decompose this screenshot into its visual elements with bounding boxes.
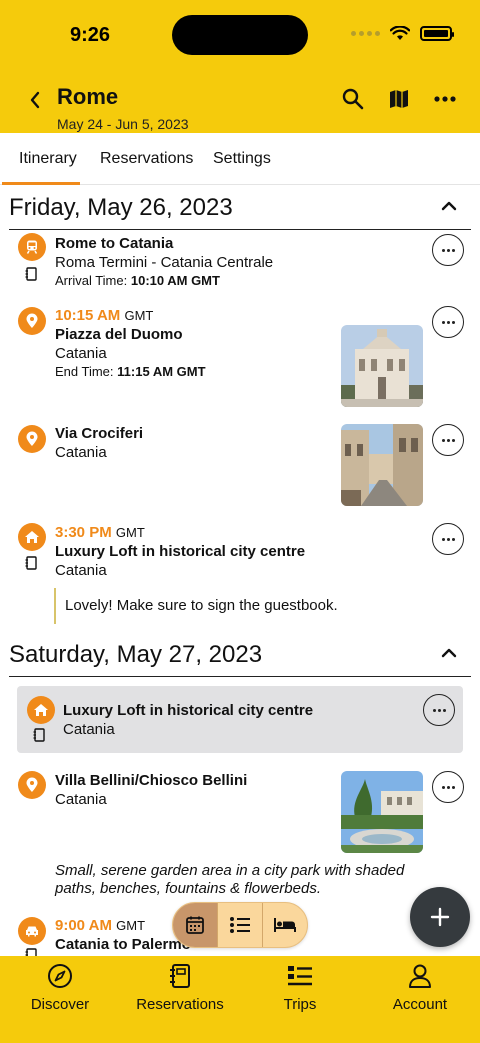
list-view-button[interactable] <box>218 903 263 947</box>
more-horizontal-icon <box>441 785 455 789</box>
tab-reservations[interactable]: Reservations <box>100 150 193 168</box>
day-header[interactable]: Saturday, May 27, 2023 <box>9 633 471 677</box>
chevron-left-icon <box>30 91 40 109</box>
more-horizontal-icon <box>441 537 455 541</box>
calendar-view-button[interactable] <box>173 903 218 947</box>
item-more-button[interactable] <box>432 523 464 555</box>
bed-icon <box>274 918 296 932</box>
place-photo[interactable] <box>341 771 423 853</box>
more-horizontal-icon <box>441 248 455 252</box>
location-pin-icon <box>18 425 46 453</box>
car-icon <box>18 917 46 945</box>
item-title: Via Crociferi <box>55 425 144 442</box>
nav-item-discover[interactable]: Discover <box>0 962 120 1018</box>
tab-itinerary[interactable]: Itinerary <box>19 150 77 168</box>
plus-icon <box>430 907 450 927</box>
nav-label: Reservations <box>136 996 224 1013</box>
nav-item-trips[interactable]: Trips <box>240 962 360 1018</box>
more-horizontal-icon <box>432 708 446 712</box>
notebook-icon <box>170 964 190 988</box>
battery-icon <box>420 26 454 41</box>
item-subtitle: Catania <box>55 562 107 579</box>
notebook-icon <box>33 728 45 742</box>
nav-item-account[interactable]: Account <box>360 962 480 1018</box>
day-label: Friday, May 26, 2023 <box>9 194 233 221</box>
nav-label: Trips <box>283 996 317 1013</box>
notebook-icon <box>25 556 37 570</box>
calendar-icon <box>186 916 204 934</box>
item-title: Piazza del Duomo <box>55 326 183 343</box>
chevron-up-icon[interactable] <box>441 647 457 659</box>
signal-icon <box>351 31 380 36</box>
item-subtitle: Catania <box>55 791 107 808</box>
item-description: Small, serene garden area in a city park… <box>55 862 405 897</box>
itinerary-list[interactable]: Friday, May 26, 2023 Rome to Catania Rom… <box>0 186 480 956</box>
trip-dates: May 24 - Jun 5, 2023 <box>57 116 189 132</box>
notebook-icon <box>25 267 37 281</box>
item-more-button[interactable] <box>432 771 464 803</box>
status-time: 9:26 <box>70 24 111 46</box>
add-item-button[interactable] <box>410 887 470 947</box>
item-title: Villa Bellini/Chiosco Bellini <box>55 772 248 789</box>
place-photo[interactable] <box>341 424 423 506</box>
map-icon <box>390 90 408 108</box>
back-button[interactable] <box>24 88 46 112</box>
place-photo[interactable] <box>341 325 423 407</box>
more-horizontal-icon <box>434 96 456 102</box>
item-title: Rome to Catania <box>55 235 174 252</box>
app-header: 9:26 Rome May 24 - Jun 5, 2023 <box>0 0 480 133</box>
more-options-button[interactable] <box>432 86 458 112</box>
arrival-time: Arrival Time: 10:10 AM GMT <box>55 273 220 288</box>
more-horizontal-icon <box>441 320 455 324</box>
search-icon <box>342 88 364 110</box>
list-icon <box>230 917 250 933</box>
chevron-up-icon[interactable] <box>441 200 457 212</box>
home-icon <box>18 523 46 551</box>
day-header[interactable]: Friday, May 26, 2023 <box>9 186 471 230</box>
nav-label: Account <box>392 996 448 1013</box>
compass-icon <box>48 964 72 988</box>
train-icon <box>18 233 46 261</box>
item-time: 9:00 AM GMT <box>55 917 146 934</box>
item-subtitle: Catania <box>55 345 107 362</box>
bottom-nav: Discover Reservations Trips Account <box>0 956 480 1043</box>
tab-bar: Itinerary Reservations Settings <box>0 133 480 185</box>
item-time: 3:30 PM GMT <box>55 524 145 541</box>
notebook-icon <box>25 948 37 956</box>
item-more-button[interactable] <box>432 234 464 266</box>
item-time: 10:15 AM GMT <box>55 307 154 324</box>
item-title: Luxury Loft in historical city centre <box>55 543 306 560</box>
item-more-button[interactable] <box>432 424 464 456</box>
trip-title: Rome <box>57 84 119 109</box>
status-icons <box>351 26 454 41</box>
lodging-view-button[interactable] <box>263 903 307 947</box>
day-label: Saturday, May 27, 2023 <box>9 641 263 668</box>
item-more-button[interactable] <box>423 694 455 726</box>
location-pin-icon <box>18 307 46 335</box>
view-switcher <box>172 902 308 948</box>
nav-item-reservations[interactable]: Reservations <box>120 962 240 1018</box>
list-item-highlighted[interactable] <box>17 686 463 753</box>
item-subtitle: Catania <box>55 444 107 461</box>
location-pin-icon <box>18 771 46 799</box>
map-button[interactable] <box>386 86 412 112</box>
item-subtitle: Roma Termini - Catania Centrale <box>55 254 274 271</box>
nav-label: Discover <box>30 996 90 1013</box>
home-icon <box>27 696 55 724</box>
item-more-button[interactable] <box>432 306 464 338</box>
item-subtitle: Catania <box>63 721 115 738</box>
wifi-icon <box>390 26 410 40</box>
search-button[interactable] <box>340 86 366 112</box>
dynamic-island <box>172 15 308 55</box>
tab-settings[interactable]: Settings <box>213 150 271 168</box>
item-title: Catania to Palermo <box>55 936 191 953</box>
more-horizontal-icon <box>441 438 455 442</box>
user-icon <box>409 964 431 988</box>
item-title: Luxury Loft in historical city centre <box>63 702 314 719</box>
end-time: End Time: 11:15 AM GMT <box>55 364 206 379</box>
item-note: Lovely! Make sure to sign the guestbook. <box>54 588 454 624</box>
trips-list-icon <box>288 966 312 986</box>
active-tab-indicator <box>2 182 80 185</box>
